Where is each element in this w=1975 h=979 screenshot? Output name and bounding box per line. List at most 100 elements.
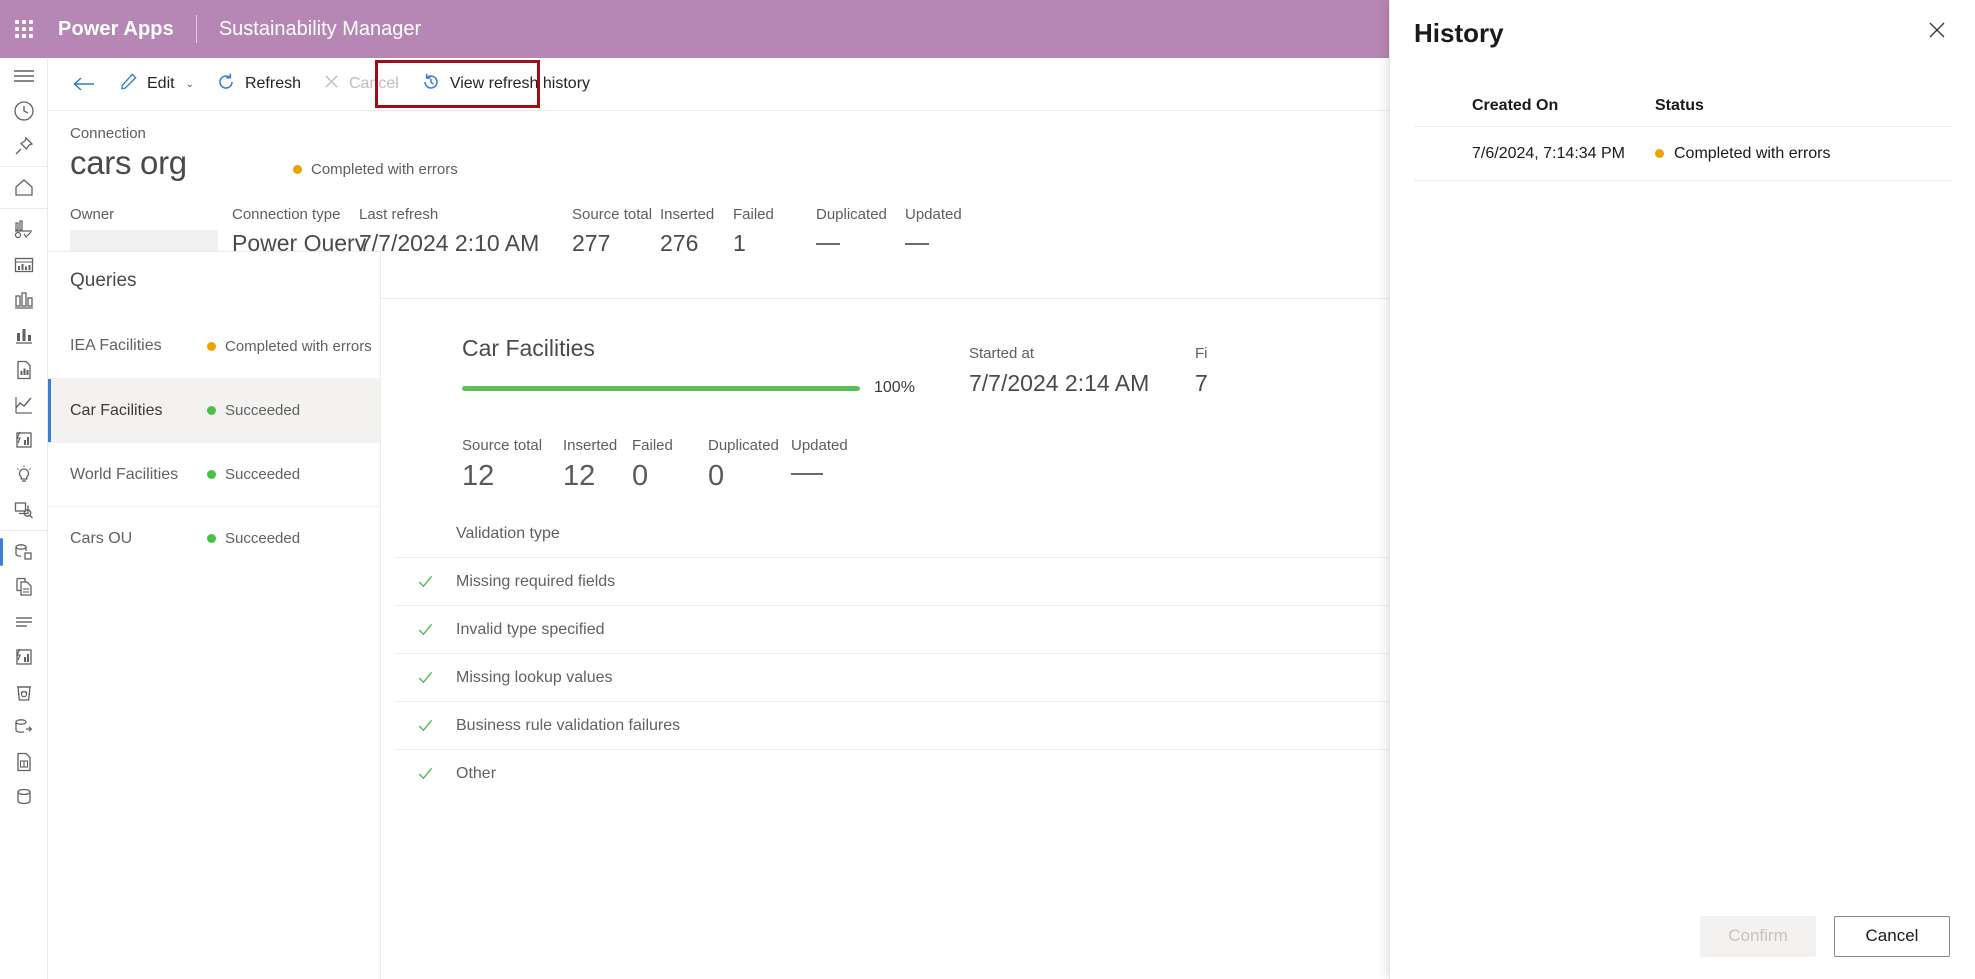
check-icon — [394, 572, 456, 591]
recent-clock-icon[interactable] — [0, 93, 47, 128]
brand-divider — [195, 15, 197, 43]
search-windows-icon[interactable] — [0, 492, 47, 527]
copy-document-icon[interactable] — [0, 569, 47, 604]
app-title[interactable]: Sustainability Manager — [219, 18, 421, 41]
queries-title: Queries — [70, 270, 137, 291]
empty-dash-icon — [905, 243, 929, 245]
query-name: Car Facilities — [70, 401, 163, 419]
column-header-status: Status — [1655, 96, 1704, 114]
field-value: 7/7/2024 2:14 AM — [969, 370, 1150, 396]
check-icon — [394, 764, 456, 783]
confirm-button: Confirm — [1700, 915, 1816, 957]
history-panel: History Created On Status 7/6/2024, 7:14… — [1389, 0, 1975, 979]
lightbulb-icon[interactable] — [0, 457, 47, 492]
rail-divider — [0, 530, 47, 531]
home-icon[interactable] — [0, 170, 47, 205]
stat-failed: Failed 0 — [632, 437, 708, 493]
left-icon-rail — [0, 58, 48, 979]
close-icon — [323, 73, 340, 95]
report-chart-icon[interactable] — [0, 247, 47, 282]
history-icon — [421, 72, 441, 97]
stat-updated: Updated — [791, 437, 881, 493]
status-dot-icon — [293, 165, 302, 174]
list-lines-icon[interactable] — [0, 604, 47, 639]
check-icon — [394, 668, 456, 687]
progress-track — [462, 385, 860, 391]
detail-stats: Source total 12 Inserted 12 Failed 0 Dup… — [462, 437, 881, 493]
app-root: Power Apps Sustainability Manager Ne — [0, 0, 1975, 979]
field-value: 7 — [1195, 370, 1208, 396]
list-item[interactable]: Car Facilities Succeeded — [48, 378, 380, 442]
field-header: Last refresh — [359, 206, 439, 223]
stat-header: Failed — [632, 437, 673, 454]
query-name: IEA Facilities — [70, 337, 162, 354]
stat-value — [791, 460, 881, 493]
document-chart-icon[interactable] — [0, 352, 47, 387]
power-chart-icon[interactable] — [0, 639, 47, 674]
status-dot-icon — [207, 406, 216, 415]
cancel-button: Cancel — [312, 64, 410, 104]
query-name: Cars OU — [70, 529, 133, 547]
detail-timestamps: Started at 7/7/2024 2:14 AM Fi 7 — [969, 345, 1255, 397]
brand-title[interactable]: Power Apps — [58, 18, 174, 41]
bar-chart-icon[interactable] — [0, 282, 47, 317]
history-title: History — [1414, 18, 1504, 48]
status-dot-icon — [207, 470, 216, 479]
pin-icon[interactable] — [0, 128, 47, 163]
status-label: Completed with errors — [1674, 144, 1831, 162]
field-header: Owner — [70, 206, 115, 223]
stat-inserted: Inserted 12 — [563, 437, 632, 493]
progress-bar: 100% — [462, 379, 915, 397]
database-icon[interactable] — [0, 779, 47, 814]
query-status-label: Succeeded — [225, 466, 301, 483]
hamburger-icon[interactable] — [0, 58, 47, 93]
history-header: History — [1390, 0, 1975, 49]
recycle-bin-icon[interactable] — [0, 674, 47, 709]
data-export-icon[interactable] — [0, 709, 47, 744]
status-badge: Completed with errors — [293, 161, 458, 178]
status-dot-icon — [207, 341, 216, 351]
entity-label: Connection — [70, 125, 146, 142]
query-status: Completed with errors — [207, 338, 372, 355]
query-status: Succeeded — [207, 402, 300, 419]
stat-value: 0 — [708, 460, 725, 492]
stat-header: Duplicated — [708, 437, 779, 454]
edit-label: Edit — [147, 75, 175, 92]
chevron-down-icon[interactable]: ⌄ — [186, 79, 194, 90]
field-header: Source total — [572, 206, 653, 223]
column-chart-icon[interactable] — [0, 317, 47, 352]
query-status-label: Completed with errors — [225, 337, 372, 355]
close-icon[interactable] — [1921, 18, 1953, 47]
history-table: Created On Status 7/6/2024, 7:14:34 PM C… — [1390, 85, 1975, 181]
table-row[interactable]: 7/6/2024, 7:14:34 PM Completed with erro… — [1414, 127, 1951, 181]
refresh-icon — [216, 72, 236, 97]
cancel-button[interactable]: Cancel — [1834, 915, 1950, 957]
queries-list: IEA Facilities Completed with errors Car… — [48, 314, 380, 570]
column-header-created-on: Created On — [1472, 96, 1559, 114]
progress-label: 100% — [874, 379, 915, 396]
refresh-label: Refresh — [244, 75, 301, 92]
field-header: Updated — [905, 206, 962, 223]
app-launcher-icon[interactable] — [0, 0, 48, 58]
line-chart-icon[interactable] — [0, 387, 47, 422]
list-item[interactable]: Cars OU Succeeded — [48, 506, 380, 570]
dashboard-mixed-icon[interactable] — [0, 212, 47, 247]
list-item[interactable]: World Facilities Succeeded — [48, 442, 380, 506]
query-name: World Facilities — [70, 465, 179, 483]
stat-value: 0 — [632, 460, 649, 492]
queries-pane: Queries IEA Facilities Completed with er… — [48, 251, 381, 979]
rail-divider — [0, 166, 47, 167]
data-source-icon[interactable] — [0, 534, 47, 569]
status-dot-icon — [207, 534, 216, 543]
created-on-value: 7/6/2024, 7:14:34 PM — [1472, 144, 1625, 162]
view-refresh-history-button[interactable]: View refresh history — [410, 64, 601, 104]
page-layout-icon[interactable] — [0, 744, 47, 779]
field-header: Inserted — [660, 206, 715, 223]
refresh-button[interactable]: Refresh — [205, 64, 312, 104]
back-arrow-icon[interactable] — [60, 64, 108, 104]
insights-chart-icon[interactable] — [0, 422, 47, 457]
empty-dash-icon — [816, 243, 840, 245]
edit-button[interactable]: Edit ⌄ — [108, 64, 205, 104]
stat-value: 12 — [462, 460, 495, 492]
list-item[interactable]: IEA Facilities Completed with errors — [48, 314, 380, 378]
